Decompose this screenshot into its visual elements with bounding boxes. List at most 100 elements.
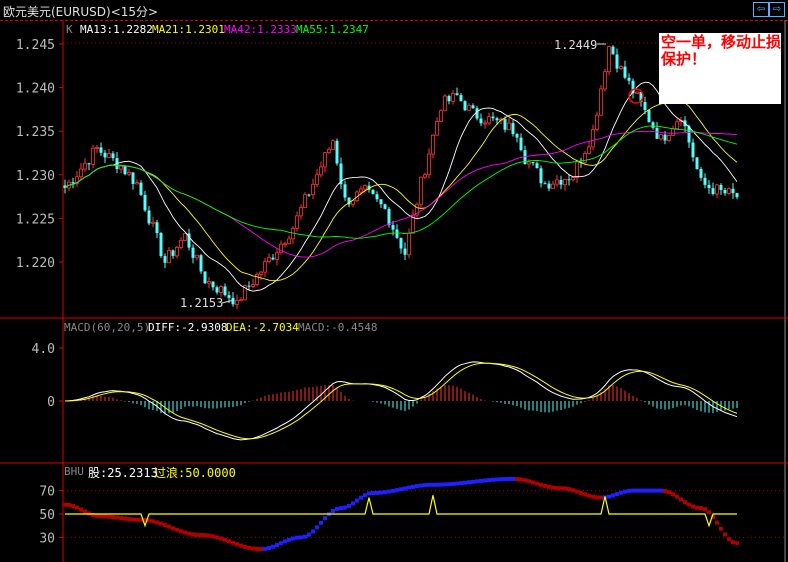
ma55-line bbox=[64, 125, 738, 239]
candle-down bbox=[271, 257, 275, 260]
candle-up bbox=[311, 183, 315, 196]
bhu-stock-point bbox=[107, 514, 111, 519]
bhu-stock-point bbox=[515, 477, 519, 482]
bhu-stock-readout: 股:25.2313 bbox=[88, 466, 158, 480]
bhu-stock-point bbox=[347, 503, 351, 508]
bhu-stock-point bbox=[467, 480, 471, 485]
candle-down bbox=[643, 102, 647, 111]
bhu-stock-point bbox=[707, 510, 711, 515]
bhu-stock-point bbox=[735, 541, 739, 546]
bhu-stock-point bbox=[663, 489, 667, 494]
price-tick-label: 1.220 bbox=[16, 256, 55, 271]
bhu-stock-point bbox=[123, 516, 127, 521]
bhu-stock-point bbox=[727, 537, 731, 542]
bhu-stock-point bbox=[115, 515, 119, 520]
bhu-stock-point bbox=[311, 529, 315, 534]
bhu-stock-point bbox=[343, 505, 347, 510]
candle-down bbox=[143, 194, 147, 211]
candle-down bbox=[459, 95, 463, 102]
candle-down bbox=[615, 54, 619, 69]
candle-down bbox=[539, 168, 543, 184]
bhu-stock-point bbox=[555, 486, 559, 491]
bhu-stock-point bbox=[387, 489, 391, 494]
bhu-stock-point bbox=[287, 537, 291, 542]
candle-down bbox=[203, 271, 207, 284]
candle-down bbox=[227, 295, 231, 298]
candle-up bbox=[175, 247, 179, 257]
bhu-stock-point bbox=[299, 535, 303, 540]
bhu-stock-point bbox=[579, 490, 583, 495]
high-price-label: 1.2449 bbox=[554, 38, 598, 52]
candle-up bbox=[563, 178, 567, 186]
bhu-stock-point bbox=[167, 524, 171, 529]
bhu-stock-point bbox=[495, 477, 499, 482]
bhu-stock-point bbox=[323, 516, 327, 521]
candle-up bbox=[83, 162, 87, 170]
bhu-stock-point bbox=[151, 519, 155, 524]
ma13-readout: MA13:1.2282 bbox=[80, 23, 153, 36]
bhu-stock-point bbox=[331, 508, 335, 513]
bhu-stock-point bbox=[615, 492, 619, 497]
candle-down bbox=[511, 123, 515, 135]
bhu-stock-point bbox=[563, 486, 567, 491]
candle-up bbox=[575, 161, 579, 179]
candle-up bbox=[279, 243, 283, 254]
bhu-stock-point bbox=[427, 482, 431, 487]
bhu-stock-point bbox=[531, 480, 535, 485]
candle-up bbox=[715, 184, 719, 195]
candle-up bbox=[407, 232, 411, 256]
candle-down bbox=[111, 153, 115, 159]
ma55-readout: MA55:1.2347 bbox=[296, 23, 369, 36]
macd-readout: MACD:-0.4548 bbox=[298, 321, 378, 334]
candle-up bbox=[287, 238, 291, 245]
candle-up bbox=[587, 146, 591, 154]
bhu-stock-point bbox=[471, 479, 475, 484]
candle-up bbox=[619, 66, 623, 69]
macd-tick-label: 0 bbox=[47, 395, 55, 410]
candle-down bbox=[343, 184, 347, 198]
price-tick-label: 1.245 bbox=[16, 38, 55, 53]
candle-down bbox=[99, 147, 103, 153]
bhu-stock-point bbox=[591, 494, 595, 499]
candle-up bbox=[671, 128, 675, 136]
candle-up bbox=[151, 221, 155, 224]
bhu-stock-point bbox=[71, 504, 75, 509]
candle-up bbox=[635, 91, 639, 94]
bhu-stock-point bbox=[683, 500, 687, 505]
bhu-stock-point bbox=[715, 520, 719, 525]
candle-down bbox=[123, 166, 127, 175]
diff-readout: DIFF:-2.9308 bbox=[148, 321, 228, 334]
bhu-stock-point bbox=[295, 535, 299, 540]
candle-down bbox=[455, 93, 459, 96]
bhu-stock-point bbox=[659, 488, 663, 493]
bhu-stock-point bbox=[447, 482, 451, 487]
bhu-stock-point bbox=[67, 502, 71, 507]
candle-up bbox=[263, 261, 267, 273]
candle-up bbox=[239, 299, 243, 302]
bhu-stock-point bbox=[239, 543, 243, 548]
candle-up bbox=[207, 281, 211, 284]
bhu-stock-point bbox=[223, 537, 227, 542]
candle-up bbox=[555, 179, 559, 185]
bhu-stock-point bbox=[263, 546, 267, 551]
candle-up bbox=[507, 122, 511, 131]
bhu-stock-point bbox=[571, 488, 575, 493]
bhu-stock-point bbox=[503, 477, 507, 482]
bhu-stock-point bbox=[407, 485, 411, 490]
bhu-stock-point bbox=[651, 488, 655, 493]
bhu-stock-point bbox=[207, 533, 211, 538]
candle-up bbox=[331, 140, 335, 150]
bhu-stock-point bbox=[523, 478, 527, 483]
candle-up bbox=[359, 188, 363, 193]
bhu-stock-point bbox=[687, 502, 691, 507]
bhu-stock-point bbox=[283, 539, 287, 544]
candle-down bbox=[543, 183, 547, 185]
bhu-stock-point bbox=[539, 482, 543, 487]
bhu-stock-point bbox=[599, 495, 603, 500]
candle-up bbox=[571, 177, 575, 181]
candle-down bbox=[655, 127, 659, 139]
candle-down bbox=[231, 297, 235, 305]
bhu-stock-point bbox=[255, 546, 259, 551]
candle-down bbox=[519, 137, 523, 151]
candle-up bbox=[303, 194, 307, 209]
